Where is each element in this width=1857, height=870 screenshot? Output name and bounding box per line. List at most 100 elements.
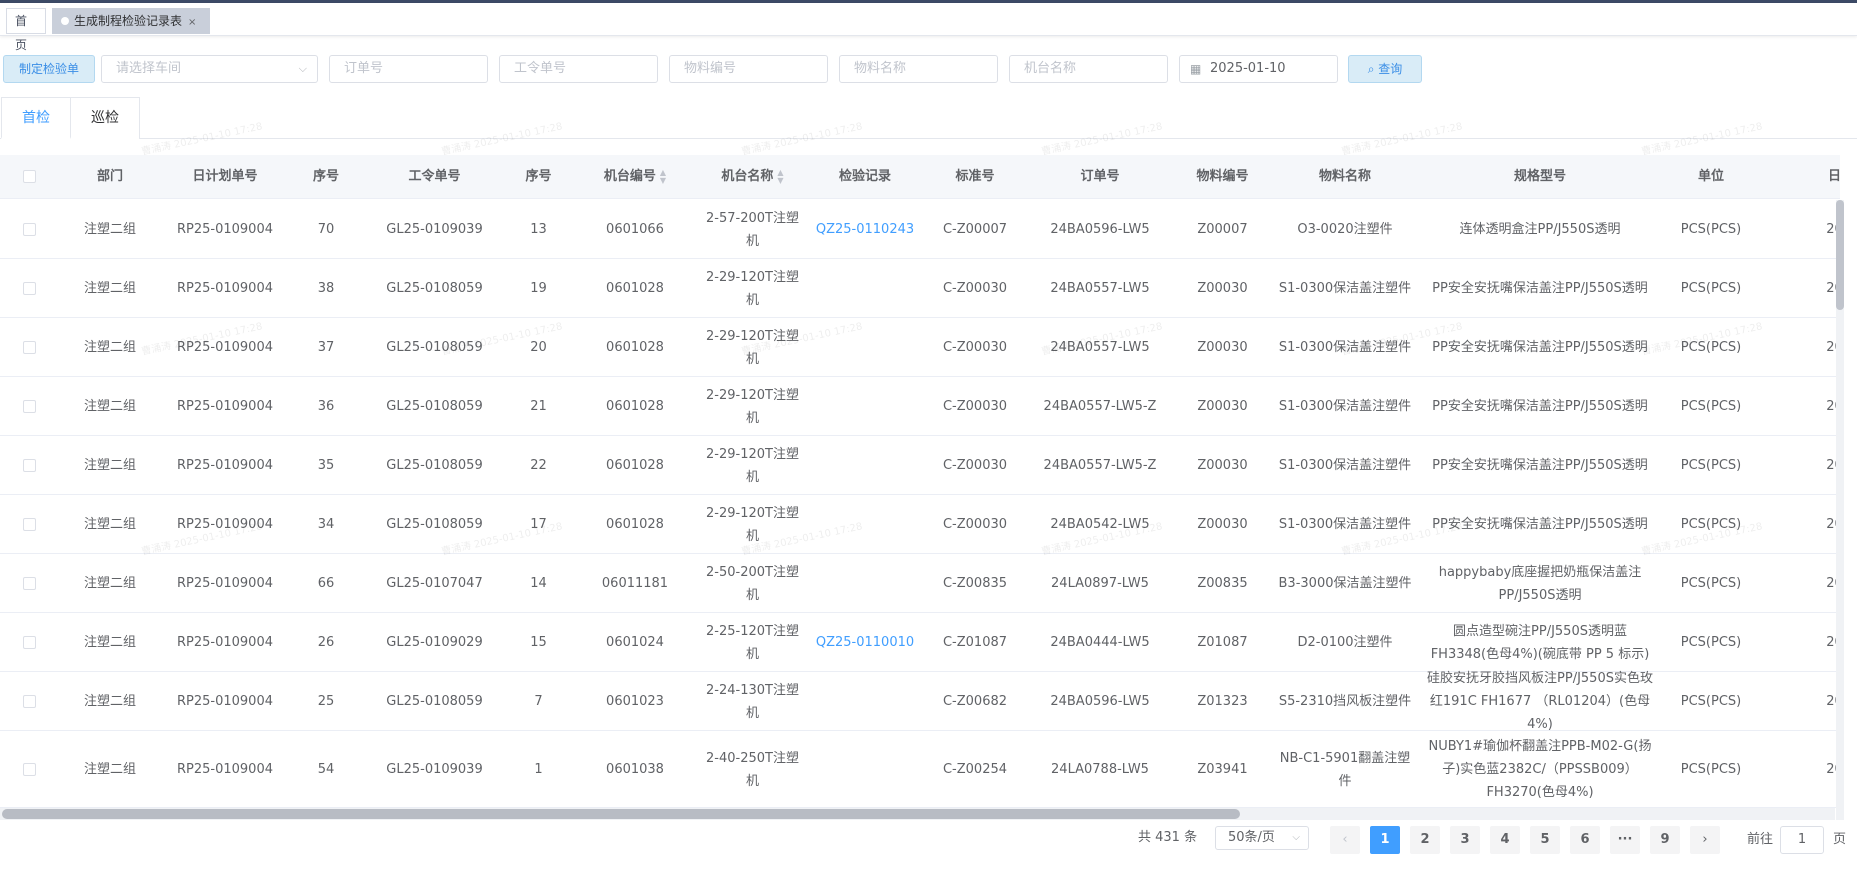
- table-cell: 54: [317, 762, 335, 777]
- page-number-button[interactable]: 1: [1370, 826, 1400, 854]
- row-checkbox[interactable]: [23, 694, 36, 708]
- work-order-input[interactable]: 工令单号: [499, 55, 658, 83]
- date-picker[interactable]: ▦ 2025-01-10: [1179, 55, 1338, 83]
- table-cell: 24BA0596-LW5: [1050, 222, 1150, 237]
- table-row[interactable]: 注塑二组 RP25-0109004 26 GL25-0109029 15 0601024 2…: [0, 613, 1840, 672]
- table-cell: S1-0300保洁盖注塑件: [1278, 340, 1412, 355]
- tab-patrol-inspection[interactable]: 巡检: [71, 97, 140, 139]
- table-cell: 26: [317, 635, 335, 650]
- close-icon[interactable]: ×: [188, 17, 196, 28]
- table-row[interactable]: 注塑二组 RP25-0109004 54 GL25-0109039 1 0601038 2-…: [0, 731, 1840, 808]
- table-cell: PCS(PCS): [1680, 458, 1742, 473]
- table-row[interactable]: 注塑二组 RP25-0109004 36 GL25-0108059 21 0601028 2…: [0, 377, 1840, 436]
- prev-page-button[interactable]: ‹: [1330, 826, 1360, 854]
- table-cell: 0601038: [606, 762, 664, 777]
- table-cell: PCS(PCS): [1680, 694, 1742, 709]
- table-row[interactable]: 注塑二组 RP25-0109004 34 GL25-0108059 17 0601028 2…: [0, 495, 1840, 554]
- table-cell: [811, 259, 919, 318]
- chevron-down-icon: ⌵: [1292, 832, 1300, 843]
- table-row[interactable]: 注塑二组 RP25-0109004 66 GL25-0107047 14 06011181…: [0, 554, 1840, 613]
- table-cell: 2-24-130T注塑机: [706, 682, 799, 721]
- active-dot-icon: [61, 17, 69, 25]
- more-pages-button[interactable]: ···: [1610, 826, 1640, 854]
- table-cell: [811, 554, 919, 613]
- table-cell: S1-0300保洁盖注塑件: [1278, 399, 1412, 414]
- page-size-select[interactable]: 50条/页 ⌵: [1215, 826, 1309, 850]
- column-header: 规格型号: [1420, 155, 1660, 199]
- material-name-input[interactable]: 物料名称: [839, 55, 998, 83]
- table-cell: Z01323: [1197, 694, 1248, 709]
- page-number-button[interactable]: 4: [1490, 826, 1520, 854]
- select-all-checkbox[interactable]: [23, 170, 36, 183]
- row-checkbox[interactable]: [23, 762, 36, 776]
- table-cell: Z00030: [1197, 399, 1248, 414]
- table-cell: RP25-0109004: [176, 576, 273, 591]
- inspection-record-link[interactable]: QZ25-0110243: [811, 200, 919, 259]
- table-cell: 2-29-120T注塑机: [706, 387, 799, 426]
- table-cell: 24BA0542-LW5: [1050, 517, 1150, 532]
- table-cell: RP25-0109004: [176, 635, 273, 650]
- table-cell: [811, 436, 919, 495]
- vertical-scrollbar[interactable]: [1836, 200, 1844, 820]
- table-cell: PCS(PCS): [1680, 576, 1742, 591]
- create-inspection-button[interactable]: 制定检验单: [3, 55, 95, 83]
- table-row[interactable]: 注塑二组 RP25-0109004 35 GL25-0108059 22 0601028 2…: [0, 436, 1840, 495]
- table-cell: 注塑二组: [83, 694, 136, 709]
- table-row[interactable]: 注塑二组 RP25-0109004 70 GL25-0109039 13 0601066 2…: [0, 200, 1840, 259]
- column-header: 物料编号: [1175, 155, 1270, 199]
- row-checkbox[interactable]: [23, 576, 36, 590]
- table-row[interactable]: 注塑二组 RP25-0109004 38 GL25-0108059 19 0601028 2…: [0, 259, 1840, 318]
- column-header-label: 日计划单号: [192, 169, 258, 184]
- tab-first-inspection[interactable]: 首检: [1, 97, 71, 139]
- page-number-button[interactable]: 3: [1450, 826, 1480, 854]
- scroll-thumb[interactable]: [2, 809, 1240, 819]
- table-cell: RP25-0109004: [176, 340, 273, 355]
- row-checkbox[interactable]: [23, 517, 36, 531]
- machine-name-input[interactable]: 机台名称: [1009, 55, 1168, 83]
- table-cell: S1-0300保洁盖注塑件: [1278, 281, 1412, 296]
- page-number-button[interactable]: 2: [1410, 826, 1440, 854]
- table-cell: [811, 318, 919, 377]
- table-cell: Z00835: [1197, 576, 1248, 591]
- tag-inspection-record[interactable]: 生成制程检验记录表 ×: [52, 8, 210, 34]
- row-checkbox[interactable]: [23, 340, 36, 354]
- table-cell: 37: [317, 340, 335, 355]
- row-checkbox[interactable]: [23, 458, 36, 472]
- material-code-input[interactable]: 物料编号: [669, 55, 828, 83]
- tag-home[interactable]: 首页: [6, 8, 46, 52]
- page-number-button[interactable]: 6: [1570, 826, 1600, 854]
- query-button[interactable]: ⌕ 查询: [1348, 55, 1422, 83]
- table-row[interactable]: 注塑二组 RP25-0109004 37 GL25-0108059 20 0601028 2…: [0, 318, 1840, 377]
- table-cell: C-Z00030: [942, 517, 1008, 532]
- scroll-thumb[interactable]: [1836, 200, 1844, 310]
- goto-page-input[interactable]: 1: [1780, 826, 1824, 854]
- horizontal-scrollbar[interactable]: [0, 808, 1835, 820]
- page-number-button[interactable]: 9: [1650, 826, 1680, 854]
- row-checkbox[interactable]: [23, 635, 36, 649]
- page-number-button[interactable]: 5: [1530, 826, 1560, 854]
- table-cell: 06011181: [601, 576, 669, 591]
- column-header[interactable]: 机台编号 ▲ ▼: [570, 155, 700, 199]
- table-cell: RP25-0109004: [176, 762, 273, 777]
- sort-icon[interactable]: ▲ ▼: [660, 168, 666, 185]
- row-checkbox[interactable]: [23, 399, 36, 413]
- inspection-record-link[interactable]: QZ25-0110010: [811, 613, 919, 672]
- table-cell: 注塑二组: [83, 281, 136, 296]
- table-cell: 2-50-200T注塑机: [706, 564, 799, 603]
- table-cell: PCS(PCS): [1680, 340, 1742, 355]
- order-input[interactable]: 订单号: [329, 55, 488, 83]
- sort-icon[interactable]: ▲ ▼: [777, 168, 783, 185]
- column-header[interactable]: 机台名称 ▲ ▼: [700, 155, 805, 199]
- table-row[interactable]: 注塑二组 RP25-0109004 25 GL25-0108059 7 0601023 2-…: [0, 671, 1840, 732]
- table-cell: [811, 495, 919, 554]
- next-page-button[interactable]: ›: [1690, 826, 1720, 854]
- table-cell: PP安全安抚嘴保洁盖注PP/J550S透明: [1432, 340, 1648, 355]
- table-cell: GL25-0109039: [386, 762, 483, 777]
- column-header-label: 日: [1827, 169, 1840, 184]
- table-cell: NB-C1-5901翻盖注塑件: [1279, 750, 1411, 789]
- row-checkbox[interactable]: [23, 281, 36, 295]
- table-cell: 66: [317, 576, 335, 591]
- column-header: 单位: [1660, 155, 1762, 199]
- workshop-select[interactable]: 请选择车间 ⌵: [101, 55, 318, 83]
- row-checkbox[interactable]: [23, 222, 36, 236]
